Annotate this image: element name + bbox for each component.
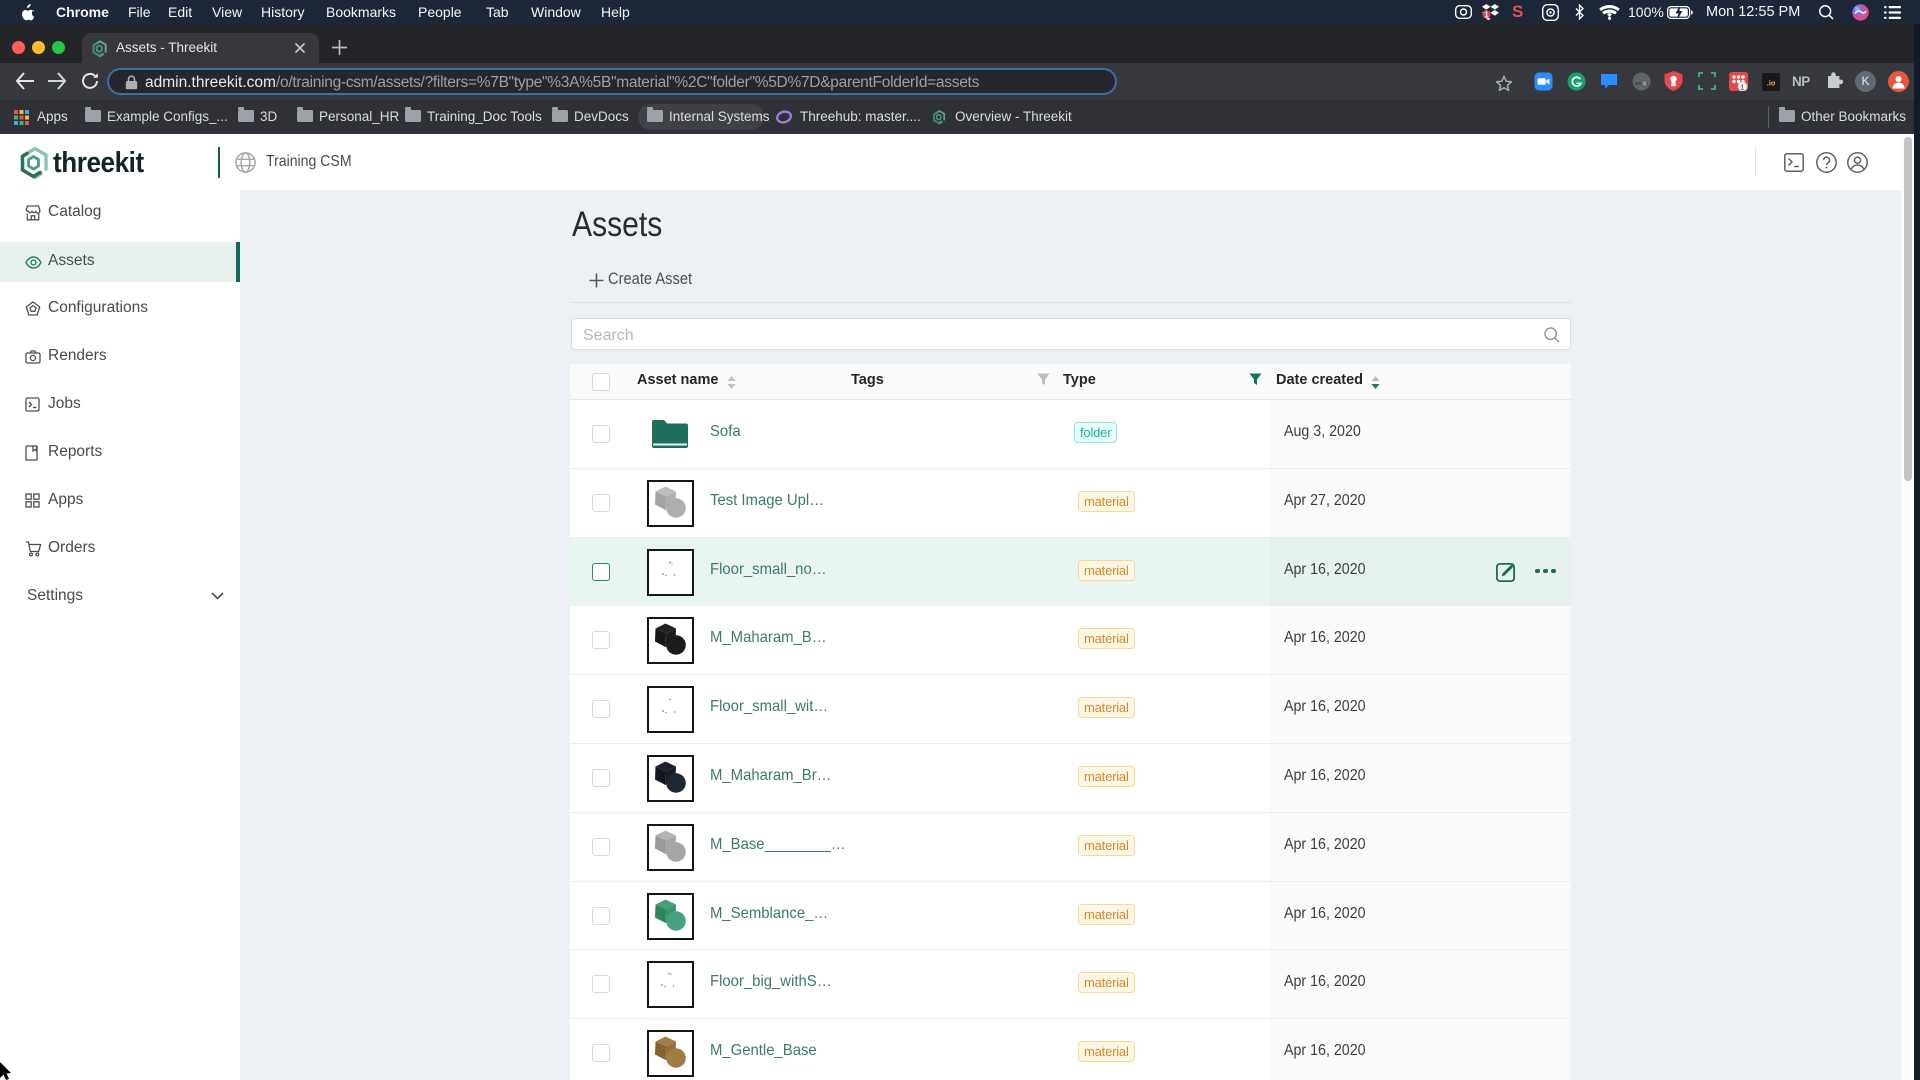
svg-text:1: 1 bbox=[1740, 82, 1744, 91]
svg-text:1: 1 bbox=[1484, 10, 1489, 19]
svg-text:.io: .io bbox=[1767, 79, 1776, 88]
